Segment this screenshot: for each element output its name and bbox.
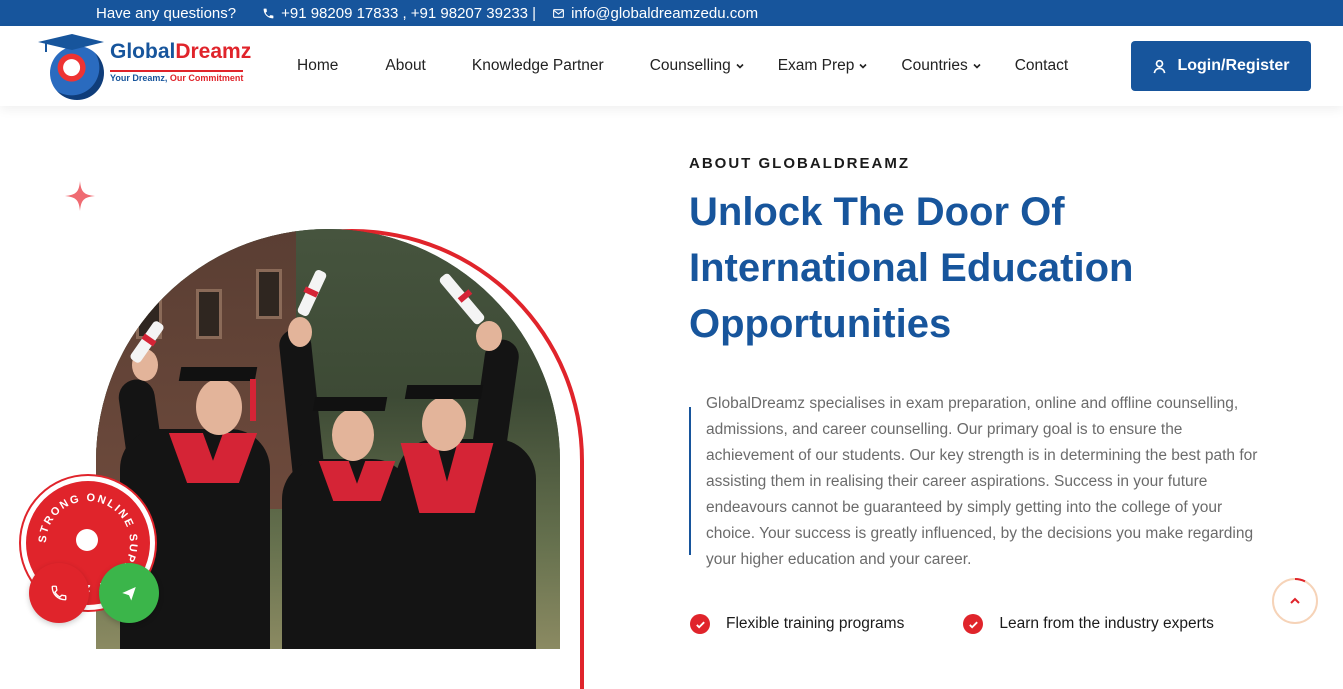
nav-exam-prep[interactable]: Exam Prep: [778, 57, 869, 75]
logo-tagline-part2: Our Commitment: [169, 73, 244, 83]
nav-counselling[interactable]: Counselling: [650, 57, 745, 75]
section-eyebrow: ABOUT GLOBALDREAMZ: [689, 155, 910, 172]
sparkle-icon: [65, 181, 95, 211]
chevron-down-icon: [736, 63, 744, 69]
hero-headline: Unlock The Door Of International Educati…: [689, 184, 1249, 352]
check-icon: [690, 614, 710, 634]
headline-line-3: Opportunities: [689, 302, 952, 346]
nav-contact-label: Contact: [1014, 57, 1069, 74]
globe-icon: [50, 46, 104, 100]
logo-tagline-part1: Your Dreamz,: [110, 73, 170, 83]
chevron-down-icon: [859, 63, 867, 69]
headline-line-1: Unlock The Door Of: [689, 190, 1065, 234]
logo-brand-part1: Global: [110, 40, 176, 63]
graduates-photo: [96, 229, 560, 649]
feature-label: Learn from the industry experts: [999, 615, 1214, 632]
headline-line-2: International Education: [689, 246, 1134, 290]
scroll-progress-ring: [1294, 578, 1306, 583]
top-contact-bar: Have any questions? +91 98209 17833 , +9…: [0, 0, 1343, 26]
nav-home[interactable]: Home: [297, 57, 338, 75]
features-list: Flexible training programs Learn from th…: [690, 614, 1214, 634]
logo-brand-part2: Dreamz: [175, 40, 252, 63]
phone-call-icon: [51, 585, 67, 601]
send-icon: [122, 587, 136, 601]
nav-knowledge-partner-label: Knowledge Partner: [471, 57, 604, 74]
nav-home-label: Home: [297, 57, 339, 74]
nav-about-label: About: [385, 57, 426, 74]
graduation-cap-icon: [38, 34, 104, 52]
nav-countries-label: Countries: [901, 57, 968, 74]
call-button[interactable]: [29, 563, 89, 623]
support-center-dot: [76, 529, 98, 551]
main-nav: Home About Knowledge Partner Counselling…: [297, 26, 1068, 106]
email-text: info@globaldreamzedu.com: [571, 4, 759, 22]
nav-counselling-label: Counselling: [649, 57, 731, 74]
about-paragraph: GlobalDreamz specialises in exam prepara…: [706, 395, 1258, 568]
check-icon: [963, 614, 984, 634]
nav-exam-prep-label: Exam Prep: [777, 57, 855, 74]
logo-brand: GlobalDreamz: [110, 40, 251, 64]
logo-tagline: Your Dreamz, Our Commitment: [110, 70, 244, 83]
login-register-button[interactable]: Login/Register: [1131, 41, 1311, 91]
email-link[interactable]: info@globaldreamzedu.com: [552, 5, 758, 22]
feature-item: Learn from the industry experts: [963, 614, 1214, 634]
chevron-down-icon: [973, 63, 981, 69]
paragraph-accent-line: [689, 407, 691, 555]
mail-icon: [553, 8, 564, 18]
nav-knowledge-partner[interactable]: Knowledge Partner: [472, 57, 604, 75]
nav-about[interactable]: About: [385, 57, 426, 75]
phone-numbers-text: +91 98209 17833 , +91 98207 39233 |: [281, 4, 537, 22]
globaldreamz-logo[interactable]: GlobalDreamz Your Dreamz, Our Commitment: [34, 30, 254, 100]
phone-numbers[interactable]: +91 98209 17833 , +91 98207 39233 |: [262, 5, 536, 22]
feature-label: Flexible training programs: [726, 615, 905, 632]
nav-countries[interactable]: Countries: [901, 57, 981, 75]
site-header: GlobalDreamz Your Dreamz, Our Commitment…: [0, 26, 1343, 106]
user-icon: [1153, 59, 1166, 73]
send-message-button[interactable]: [99, 563, 159, 623]
login-register-label: Login/Register: [1177, 57, 1290, 74]
scroll-to-top-button[interactable]: [1272, 578, 1318, 624]
questions-label: Have any questions?: [96, 4, 237, 22]
nav-contact[interactable]: Contact: [1015, 57, 1068, 75]
feature-item: Flexible training programs: [690, 614, 904, 634]
phone-icon: [263, 8, 274, 18]
